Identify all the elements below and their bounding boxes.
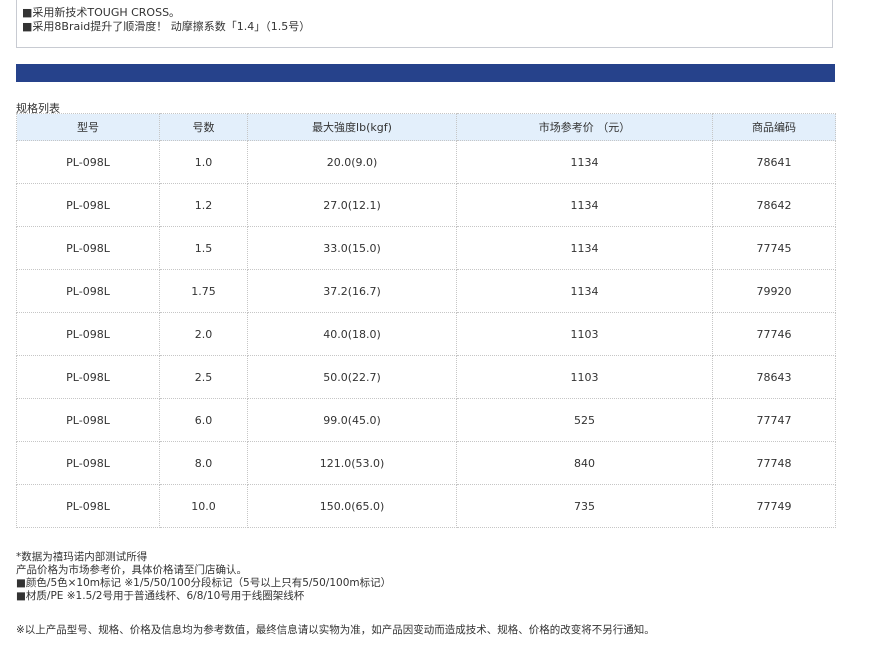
table-row: PL-098L 10.0 150.0(65.0) 735 77749 <box>16 484 836 528</box>
cell-max-strength: 40.0(18.0) <box>247 312 457 356</box>
cell-code: 77749 <box>712 484 836 528</box>
cell-model: PL-098L <box>16 484 160 528</box>
cell-max-strength: 50.0(22.7) <box>247 355 457 399</box>
section-header-bar <box>16 64 835 82</box>
cell-price: 735 <box>456 484 713 528</box>
cell-model: PL-098L <box>16 269 160 313</box>
col-header-model: 型号 <box>16 113 160 141</box>
cell-price: 1103 <box>456 355 713 399</box>
cell-code: 77745 <box>712 226 836 270</box>
cell-code: 77748 <box>712 441 836 485</box>
cell-code: 77747 <box>712 398 836 442</box>
table-row: PL-098L 6.0 99.0(45.0) 525 77747 <box>16 398 836 442</box>
col-header-price: 市场参考价 （元） <box>456 113 713 141</box>
cell-model: PL-098L <box>16 441 160 485</box>
cell-price: 1134 <box>456 183 713 227</box>
cell-model: PL-098L <box>16 140 160 184</box>
feature-line-2: ■采用8Braid提升了顺滑度！ 动摩擦系数「1.4」（1.5号） <box>22 20 311 33</box>
cell-size: 1.2 <box>159 183 248 227</box>
table-row: PL-098L 2.0 40.0(18.0) 1103 77746 <box>16 312 836 356</box>
cell-size: 10.0 <box>159 484 248 528</box>
cell-max-strength: 37.2(16.7) <box>247 269 457 313</box>
cell-code: 78641 <box>712 140 836 184</box>
cell-max-strength: 33.0(15.0) <box>247 226 457 270</box>
note-line: 产品价格为市场参考价，具体价格请至门店确认。 <box>16 564 247 576</box>
table-row: PL-098L 1.0 20.0(9.0) 1134 78641 <box>16 140 836 184</box>
note-line: ■颜色/5色×10m标记 ※1/5/50/100分段标记（5号以上只有5/50/… <box>16 577 392 589</box>
col-header-code: 商品编码 <box>712 113 836 141</box>
table-row: PL-098L 2.5 50.0(22.7) 1103 78643 <box>16 355 836 399</box>
table-header-row: 型号 号数 最大強度lb(kgf) 市场参考价 （元） 商品编码 <box>16 113 836 141</box>
cell-price: 525 <box>456 398 713 442</box>
cell-model: PL-098L <box>16 398 160 442</box>
cell-size: 2.5 <box>159 355 248 399</box>
cell-price: 1134 <box>456 226 713 270</box>
cell-max-strength: 150.0(65.0) <box>247 484 457 528</box>
cell-model: PL-098L <box>16 312 160 356</box>
cell-size: 8.0 <box>159 441 248 485</box>
notes: *数据为禧玛诺内部测试所得 产品价格为市场参考价，具体价格请至门店确认。 ■颜色… <box>16 551 391 603</box>
table-row: PL-098L 1.75 37.2(16.7) 1134 79920 <box>16 269 836 313</box>
cell-code: 78643 <box>712 355 836 399</box>
cell-size: 2.0 <box>159 312 248 356</box>
note-line: *数据为禧玛诺内部测试所得 <box>16 551 148 563</box>
cell-max-strength: 20.0(9.0) <box>247 140 457 184</box>
cell-code: 79920 <box>712 269 836 313</box>
cell-max-strength: 27.0(12.1) <box>247 183 457 227</box>
cell-max-strength: 99.0(45.0) <box>247 398 457 442</box>
cell-max-strength: 121.0(53.0) <box>247 441 457 485</box>
table-row: PL-098L 1.5 33.0(15.0) 1134 77745 <box>16 226 836 270</box>
disclaimer: ※以上产品型号、规格、价格及信息均为参考数值，最终信息请以实物为准，如产品因变动… <box>16 624 655 636</box>
cell-price: 1103 <box>456 312 713 356</box>
cell-code: 77746 <box>712 312 836 356</box>
cell-model: PL-098L <box>16 355 160 399</box>
cell-price: 1134 <box>456 269 713 313</box>
col-header-max-strength: 最大強度lb(kgf) <box>247 113 457 141</box>
note-line: ■材质/PE ※1.5/2号用于普通线杯、6/8/10号用于线圈架线杯 <box>16 590 305 602</box>
table-row: PL-098L 8.0 121.0(53.0) 840 77748 <box>16 441 836 485</box>
cell-price: 840 <box>456 441 713 485</box>
cell-code: 78642 <box>712 183 836 227</box>
cell-size: 6.0 <box>159 398 248 442</box>
cell-model: PL-098L <box>16 226 160 270</box>
cell-model: PL-098L <box>16 183 160 227</box>
cell-size: 1.5 <box>159 226 248 270</box>
cell-size: 1.0 <box>159 140 248 184</box>
cell-price: 1134 <box>456 140 713 184</box>
spec-table: 型号 号数 最大強度lb(kgf) 市场参考价 （元） 商品编码 PL-098L… <box>16 113 836 528</box>
cell-size: 1.75 <box>159 269 248 313</box>
col-header-size: 号数 <box>159 113 248 141</box>
table-row: PL-098L 1.2 27.0(12.1) 1134 78642 <box>16 183 836 227</box>
